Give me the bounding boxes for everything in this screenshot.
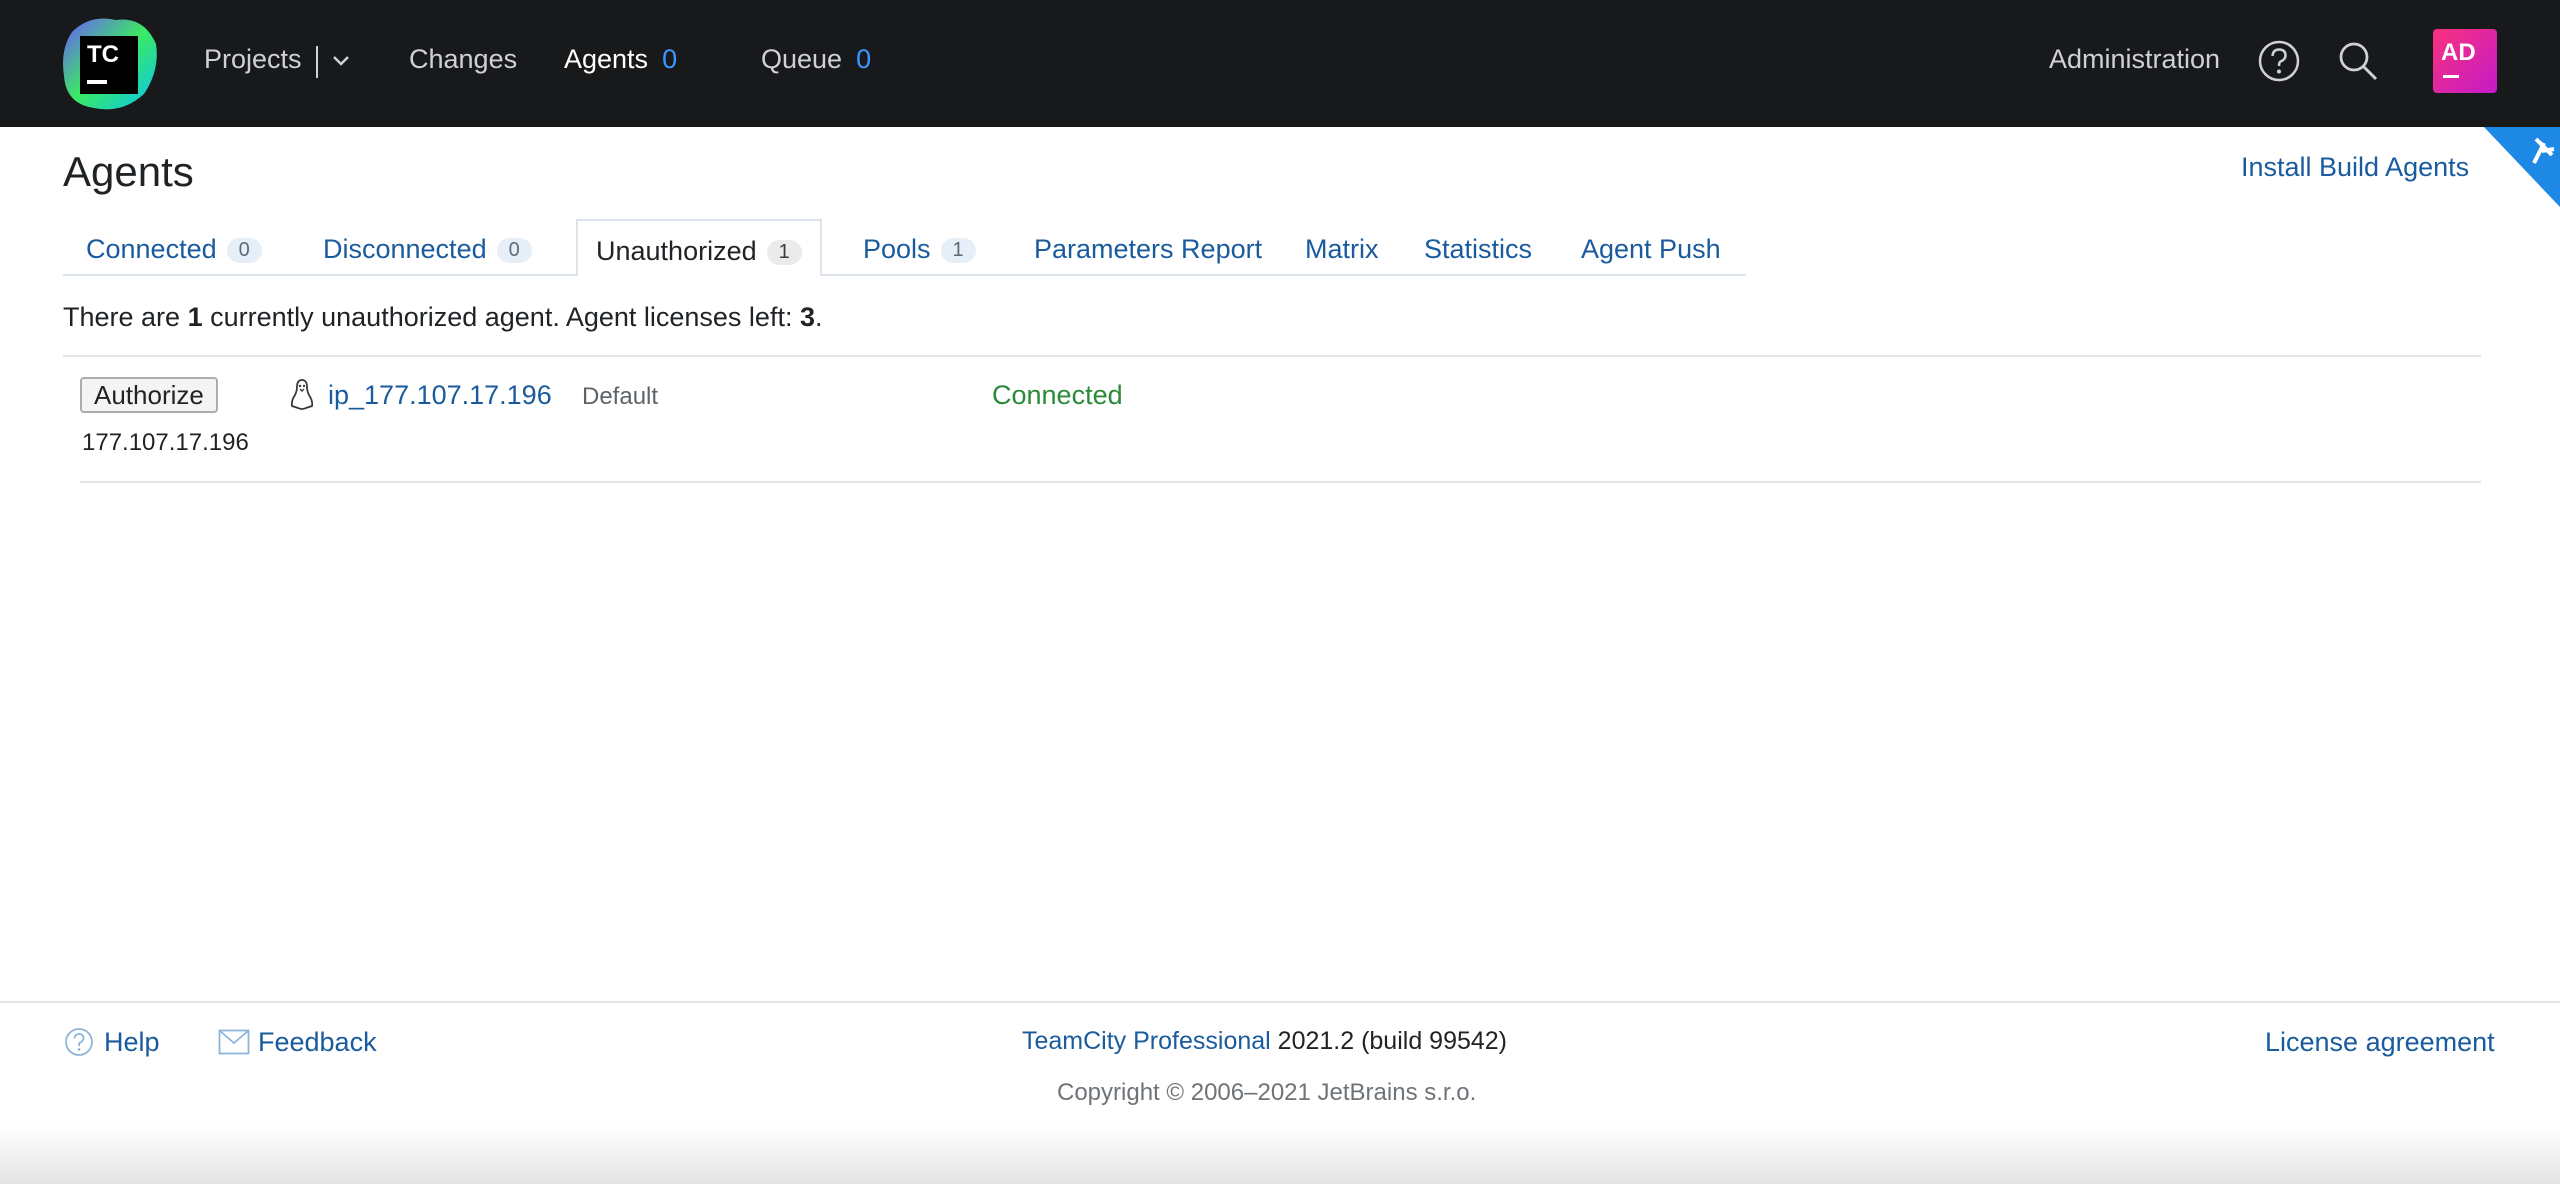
agent-status: Connected xyxy=(992,380,1123,410)
page-title: Agents xyxy=(63,148,194,195)
footer-product-info: TeamCity Professional 2021.2 (build 9954… xyxy=(1022,1027,1507,1056)
summary-middle: currently unauthorized agent. Agent lice… xyxy=(202,302,800,332)
chevron-down-icon[interactable] xyxy=(330,50,352,72)
footer-help-label: Help xyxy=(104,1027,160,1057)
tab-count: 1 xyxy=(940,238,976,263)
tab-label: Disconnected xyxy=(323,234,487,264)
authorize-button[interactable]: Authorize xyxy=(80,377,218,413)
tab-matrix[interactable]: Matrix xyxy=(1305,234,1379,265)
user-avatar[interactable]: AD xyxy=(2433,29,2497,93)
summary-licenses-left: 3 xyxy=(799,302,815,332)
summary-agent-count: 1 xyxy=(187,302,203,332)
list-bottom-divider xyxy=(80,481,2481,483)
tab-disconnected[interactable]: Disconnected 0 xyxy=(323,234,532,265)
mail-icon xyxy=(218,1029,250,1055)
tab-connected[interactable]: Connected 0 xyxy=(86,234,262,265)
help-icon[interactable] xyxy=(2257,39,2301,83)
bottom-window-shadow xyxy=(0,1124,2560,1184)
footer-copyright: Copyright © 2006–2021 JetBrains s.r.o. xyxy=(1057,1079,1477,1106)
license-agreement-link[interactable]: License agreement xyxy=(2265,1027,2495,1058)
nav-agents-label: Agents xyxy=(564,44,649,74)
nav-queue[interactable]: Queue 0 xyxy=(761,44,871,75)
help-icon xyxy=(65,1028,93,1056)
summary-suffix: . xyxy=(815,302,823,332)
nav-changes[interactable]: Changes xyxy=(409,44,517,75)
tab-agent-push[interactable]: Agent Push xyxy=(1581,234,1721,265)
nav-projects[interactable]: Projects xyxy=(204,44,302,75)
tab-label: Pools xyxy=(863,234,931,264)
top-navigation-bar: TC Projects Changes Agents 0 Queue 0 Admin… xyxy=(0,0,2560,127)
agent-name-link[interactable]: ip_177.107.17.196 xyxy=(328,380,552,411)
teamcity-product-link[interactable]: TeamCity Professional xyxy=(1022,1027,1271,1055)
tab-pools[interactable]: Pools 1 xyxy=(863,234,976,265)
svg-text:TC: TC xyxy=(87,41,119,68)
tabs-baseline xyxy=(63,274,1746,276)
install-build-agents-link[interactable]: Install Build Agents xyxy=(2241,152,2469,183)
footer-version: 2021.2 (build 99542) xyxy=(1270,1027,1508,1055)
projects-separator xyxy=(316,46,318,78)
tab-label: Unauthorized xyxy=(596,236,757,266)
teamcity-logo[interactable]: TC xyxy=(60,14,160,114)
corner-ribbon[interactable] xyxy=(2484,127,2560,207)
agent-ip-address: 177.107.17.196 xyxy=(82,429,249,456)
tab-statistics[interactable]: Statistics xyxy=(1424,234,1532,265)
summary-prefix: There are xyxy=(63,302,188,332)
tab-unauthorized[interactable]: Unauthorized 1 xyxy=(576,219,822,276)
tab-parameters-report[interactable]: Parameters Report xyxy=(1034,234,1262,265)
tab-count: 0 xyxy=(226,238,262,263)
unauthorized-summary: There are 1 currently unauthorized agent… xyxy=(63,302,823,333)
nav-queue-count: 0 xyxy=(856,44,872,74)
search-icon[interactable] xyxy=(2337,40,2379,82)
footer-divider xyxy=(0,1001,2560,1003)
footer-feedback-label: Feedback xyxy=(258,1027,377,1057)
list-top-divider xyxy=(63,355,2481,357)
tab-count: 0 xyxy=(496,238,532,263)
tab-count: 1 xyxy=(766,240,802,265)
linux-icon xyxy=(290,379,314,410)
agent-pool: Default xyxy=(582,383,659,410)
avatar-underline xyxy=(2443,75,2459,78)
nav-queue-label: Queue xyxy=(761,44,843,74)
nav-agents[interactable]: Agents 0 xyxy=(564,44,677,75)
nav-administration[interactable]: Administration xyxy=(2049,44,2220,75)
tab-label: Connected xyxy=(86,234,217,264)
avatar-initials: AD xyxy=(2441,39,2476,66)
nav-agents-count: 0 xyxy=(662,44,678,74)
